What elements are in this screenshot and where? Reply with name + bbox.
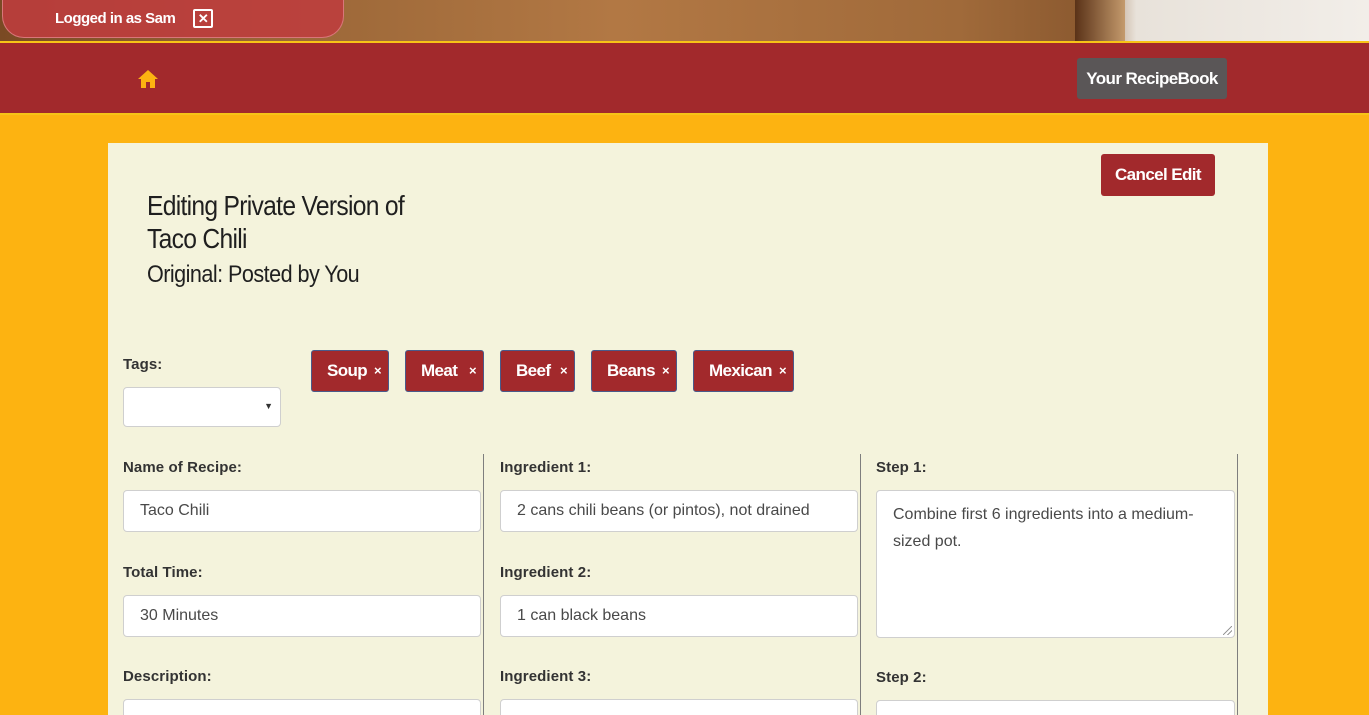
banner-shade [1075, 0, 1125, 43]
cancel-edit-button[interactable]: Cancel Edit [1101, 154, 1215, 196]
ingredient-3-label: Ingredient 3: [500, 668, 592, 685]
tag-chip-soup[interactable]: Soup × [311, 350, 389, 392]
tags-label: Tags: [123, 356, 163, 373]
tag-chip-beans[interactable]: Beans × [591, 350, 677, 392]
tag-chip-label: Meat [421, 361, 458, 380]
remove-tag-icon[interactable]: × [560, 363, 568, 378]
logout-close-icon[interactable]: ✕ [193, 9, 214, 28]
your-recipebook-button[interactable]: Your RecipeBook [1077, 58, 1227, 99]
recipe-name-label: Name of Recipe: [123, 459, 243, 476]
step-2-textarea[interactable] [876, 700, 1235, 715]
dropdown-caret-icon: ▼ [264, 401, 273, 411]
total-time-input[interactable]: 30 Minutes [123, 595, 481, 637]
resize-grip-icon[interactable] [1223, 626, 1232, 635]
page-title: Editing Private Version of Taco Chili [147, 189, 405, 255]
remove-tag-icon[interactable]: × [779, 363, 787, 378]
ingredient-2-label: Ingredient 2: [500, 564, 592, 581]
column-divider [1237, 454, 1238, 715]
page-title-line-1: Editing Private Version of [147, 190, 405, 221]
ingredient-2-input[interactable]: 1 can black beans [500, 595, 858, 637]
tag-chip-label: Beans [607, 361, 656, 380]
step-1-textarea[interactable]: Combine first 6 ingredients into a mediu… [876, 490, 1235, 638]
description-input[interactable] [123, 699, 481, 715]
navbar: Your RecipeBook [0, 43, 1369, 115]
ingredient-1-input[interactable]: 2 cans chili beans (or pintos), not drai… [500, 490, 858, 532]
page-title-line-2: Taco Chili [147, 223, 247, 254]
edit-recipe-panel: Cancel Edit Editing Private Version of T… [108, 143, 1268, 715]
total-time-label: Total Time: [123, 564, 203, 581]
step-1-label: Step 1: [876, 459, 927, 476]
remove-tag-icon[interactable]: × [469, 363, 477, 378]
recipe-name-input[interactable]: Taco Chili [123, 490, 481, 532]
tag-chip-mexican[interactable]: Mexican × [693, 350, 794, 392]
logged-in-text: Logged in as Sam [55, 10, 176, 27]
step-1-text: Combine first 6 ingredients into a mediu… [893, 506, 1194, 550]
ingredient-1-label: Ingredient 1: [500, 459, 592, 476]
tag-chip-beef[interactable]: Beef × [500, 350, 575, 392]
remove-tag-icon[interactable]: × [374, 363, 382, 378]
step-2-label: Step 2: [876, 669, 927, 686]
remove-tag-icon[interactable]: × [662, 363, 670, 378]
tag-chip-label: Mexican [709, 361, 772, 380]
ingredient-3-input[interactable] [500, 699, 858, 715]
tag-chip-meat[interactable]: Meat × [405, 350, 484, 392]
tag-chip-label: Soup [327, 361, 368, 380]
login-status-pill: Logged in as Sam ✕ [2, 0, 344, 38]
description-label: Description: [123, 668, 212, 685]
tags-select[interactable]: ▼ [123, 387, 281, 427]
original-author-subtitle: Original: Posted by You [147, 261, 360, 288]
column-divider [860, 454, 861, 715]
column-divider [483, 454, 484, 715]
home-icon[interactable] [137, 69, 159, 89]
tag-chip-label: Beef [516, 361, 551, 380]
